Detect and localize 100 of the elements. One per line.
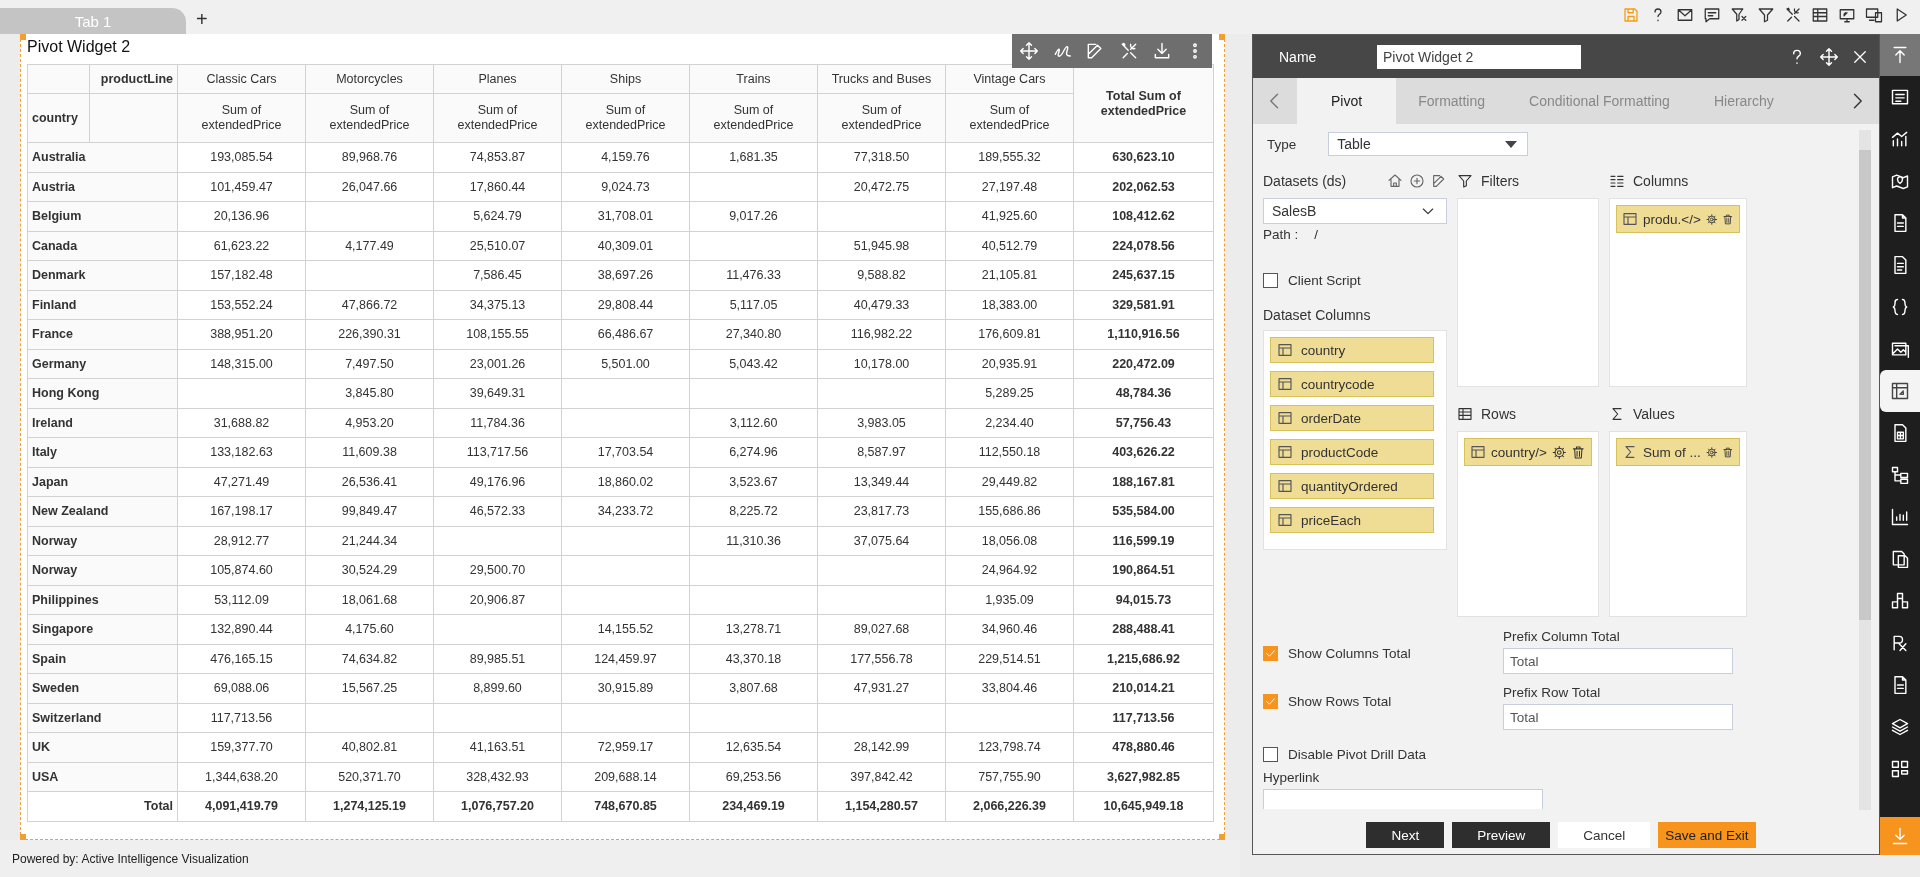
sidebar-button[interactable] <box>1880 370 1920 412</box>
delete-icon[interactable] <box>1571 444 1586 460</box>
measure-header: Sum of extendedPrice <box>945 93 1074 143</box>
column-header[interactable]: Vintage Cars <box>945 64 1074 94</box>
table-cell: 47,931.27 <box>817 673 946 703</box>
scrollbar[interactable] <box>1859 130 1871 810</box>
resize-handle[interactable] <box>1219 34 1225 40</box>
row-header[interactable]: Germany <box>27 349 178 379</box>
row-header[interactable]: France <box>27 319 178 349</box>
delete-icon[interactable] <box>1722 444 1734 460</box>
resize-handle[interactable] <box>20 34 26 40</box>
edit-icon[interactable] <box>1431 173 1447 189</box>
row-header[interactable]: Norway <box>27 526 178 556</box>
row-header[interactable]: Philippines <box>27 585 178 615</box>
move-icon[interactable] <box>1018 41 1039 61</box>
name-field[interactable]: Pivot Widget 2 <box>1377 44 1581 69</box>
row-header[interactable]: Australia <box>27 142 178 172</box>
monitor-icon[interactable] <box>1838 6 1856 24</box>
widget-title: Pivot Widget 2 <box>27 38 131 57</box>
dataset-column-item[interactable]: priceEach <box>1270 507 1434 533</box>
resize-handle[interactable] <box>1219 834 1225 840</box>
button[interactable]: Save and Exit <box>1658 822 1756 848</box>
button[interactable]: Next <box>1366 822 1445 848</box>
table-cell: 17,860.44 <box>433 172 562 202</box>
column-header[interactable]: Ships <box>561 64 690 94</box>
home-icon[interactable] <box>1387 173 1403 189</box>
values-drop-zone[interactable]: Sum of ... <box>1609 431 1747 617</box>
button[interactable]: Preview <box>1452 822 1551 848</box>
row-header[interactable]: Sweden <box>27 673 178 703</box>
button[interactable]: Cancel <box>1558 822 1651 848</box>
row-header[interactable]: Austria <box>27 172 178 202</box>
dataset-dropdown[interactable]: SalesB <box>1263 198 1447 224</box>
row-header[interactable]: Finland <box>27 290 178 320</box>
row-header[interactable]: Japan <box>27 467 178 497</box>
row-header[interactable]: Spain <box>27 644 178 674</box>
column-header[interactable]: Motorcycles <box>305 64 434 94</box>
add-icon[interactable] <box>1409 173 1425 189</box>
row-header[interactable]: Ireland <box>27 408 178 438</box>
hyperlink-field[interactable] <box>1263 789 1543 809</box>
column-header[interactable]: Classic Cars <box>177 64 306 94</box>
row-header[interactable]: Singapore <box>27 614 178 644</box>
dataset-column-item[interactable]: productCode <box>1270 439 1434 465</box>
table-icon[interactable] <box>1811 6 1829 24</box>
row-header[interactable]: Italy <box>27 437 178 467</box>
resize-handle[interactable] <box>20 834 26 840</box>
devices-icon[interactable] <box>1865 6 1883 24</box>
row-header[interactable]: UK <box>27 732 178 762</box>
row-header[interactable]: Denmark <box>27 260 178 290</box>
table-cell: 5,624.79 <box>433 201 562 231</box>
table-cell: 18,056.08 <box>945 526 1074 556</box>
settings-icon[interactable] <box>1551 444 1567 460</box>
row-header[interactable]: Hong Kong <box>27 378 178 408</box>
table-cell: 20,472.75 <box>817 172 946 202</box>
add-tab-button[interactable]: + <box>196 8 208 31</box>
dataset-column-item[interactable]: countrycode <box>1270 371 1434 397</box>
row-header[interactable]: New Zealand <box>27 496 178 526</box>
column-total: 748,670.85 <box>561 791 690 821</box>
table-cell: 3,523.67 <box>689 467 818 497</box>
rows-drop-zone[interactable]: country/> <box>1457 431 1599 617</box>
checkbox-label: Disable Pivot Drill Data <box>1288 746 1427 762</box>
prefix-column-total-field[interactable]: Total <box>1503 648 1733 674</box>
move-icon[interactable] <box>1819 46 1839 67</box>
table-cell: 6,274.96 <box>689 437 818 467</box>
row-header[interactable]: Canada <box>27 231 178 261</box>
columns-drop-zone[interactable]: produ.</> <box>1609 198 1747 387</box>
column-header[interactable]: Planes <box>433 64 562 94</box>
column-header[interactable]: Trains <box>689 64 818 94</box>
table-cell: 133,182.63 <box>177 437 306 467</box>
column-header[interactable]: Trucks and Buses <box>817 64 946 94</box>
filter-icon[interactable] <box>1757 6 1775 24</box>
checkbox[interactable] <box>1263 272 1278 288</box>
table-cell: 72,959.17 <box>561 732 690 762</box>
dataset-column-item[interactable]: country <box>1270 337 1434 363</box>
mail-icon[interactable] <box>1676 6 1694 24</box>
table-cell: 11,784.36 <box>433 408 562 438</box>
row-header[interactable]: Belgium <box>27 201 178 231</box>
settings-icon[interactable] <box>1705 444 1718 460</box>
table-cell: 28,142.99 <box>817 732 946 762</box>
field-chip[interactable]: produ.</> <box>1616 205 1740 233</box>
field-chip[interactable]: country/> <box>1464 438 1592 466</box>
checkbox[interactable] <box>1263 746 1278 762</box>
tools-icon[interactable] <box>1784 6 1802 24</box>
comment-icon[interactable] <box>1703 6 1721 24</box>
table-cell: 40,802.81 <box>305 732 434 762</box>
row-header[interactable]: Norway <box>27 555 178 585</box>
checkbox[interactable] <box>1263 693 1278 709</box>
clear-filter-icon[interactable] <box>1730 6 1748 24</box>
dataset-column-item[interactable]: orderDate <box>1270 405 1434 431</box>
row-header[interactable]: Switzerland <box>27 703 178 733</box>
settings-icon[interactable] <box>1705 211 1718 227</box>
rows-label: Rows <box>1481 406 1516 422</box>
dataset-column-item[interactable]: quantityOrdered <box>1270 473 1434 499</box>
tab[interactable]: Pivot <box>1297 78 1397 124</box>
table-cell: 113,717.56 <box>433 437 562 467</box>
checkbox[interactable] <box>1263 645 1278 661</box>
field-chip[interactable]: Sum of ... <box>1616 438 1740 466</box>
type-dropdown[interactable]: Table <box>1328 132 1529 156</box>
prefix-row-total-field[interactable]: Total <box>1503 704 1733 730</box>
row-total: 48,784.36 <box>1073 378 1214 408</box>
row-header[interactable]: USA <box>27 762 178 792</box>
